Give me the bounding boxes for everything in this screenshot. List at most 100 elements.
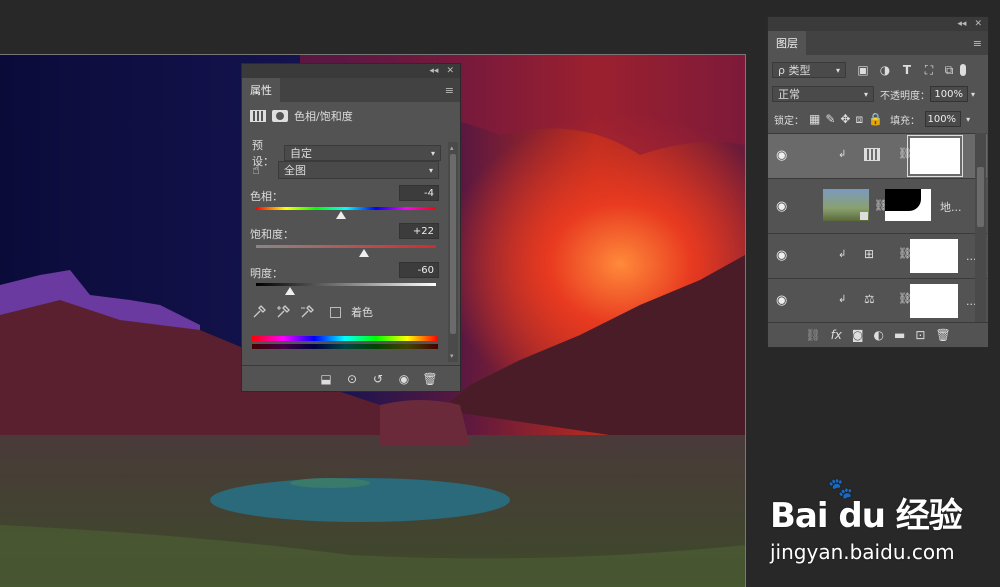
saturation-input[interactable]: +22 <box>399 223 439 239</box>
collapse-icon[interactable]: ◂◂ <box>429 66 438 76</box>
clip-to-layer-icon[interactable]: ⬓ <box>318 372 334 386</box>
chevron-down-icon[interactable]: ▾ <box>966 115 970 124</box>
layer-style-fx-icon[interactable]: fx <box>831 328 842 342</box>
layer-mask-thumbnail[interactable] <box>885 189 931 221</box>
eyedropper-plus-icon[interactable] <box>276 305 290 319</box>
panel-top-bar: ◂◂ ✕ <box>242 64 460 78</box>
tab-properties[interactable]: 属性 <box>242 78 280 102</box>
close-icon[interactable]: ✕ <box>974 19 982 29</box>
layers-panel: ◂◂ ✕ 图层 ≡ ρ 类型 ▾ ▣ ◑ T ⛶ ⧉ 正常 ▾ 不透明度： 10… <box>767 16 989 348</box>
chevron-down-icon: ▾ <box>428 165 433 175</box>
adjustment-layer-icon[interactable] <box>250 110 266 122</box>
eyedropper-minus-icon[interactable] <box>300 305 314 319</box>
baidu-paw-icon: 🐾 <box>828 476 853 500</box>
lock-position-icon[interactable]: ✥ <box>840 112 850 126</box>
properties-scroll-thumb[interactable] <box>450 154 456 334</box>
trash-icon[interactable]: 🗑 <box>935 328 950 342</box>
properties-panel: ◂◂ ✕ 属性 ≡ 色相/饱和度 预设： 自定 ▾ ☝ 全图 ▾ 色相： -4 … <box>241 63 461 392</box>
hue-slider-track[interactable] <box>256 207 436 210</box>
hue-slider-thumb[interactable] <box>336 211 346 219</box>
visibility-eye-icon[interactable]: ◉ <box>396 372 412 386</box>
saturation-label: 饱和度： <box>250 228 294 241</box>
layer-row-hue-saturation[interactable]: ◉ ↲ ⛓ <box>768 133 987 178</box>
colorize-checkbox[interactable] <box>330 306 341 318</box>
fill-label: 填充： <box>890 115 921 127</box>
hue-saturation-adjustment-icon <box>864 148 880 161</box>
output-color-bar <box>252 344 438 349</box>
eyedropper-row: 着色 <box>252 304 373 320</box>
close-icon[interactable]: ✕ <box>446 66 454 76</box>
lightness-slider-thumb[interactable] <box>285 287 295 295</box>
filter-pixel-icon[interactable]: ▣ <box>852 63 874 77</box>
clipping-arrow-icon: ↲ <box>838 294 847 305</box>
lightness-input[interactable]: -60 <box>399 262 439 278</box>
trash-icon[interactable]: 🗑 <box>422 372 438 386</box>
filter-shape-icon[interactable]: ⛶ <box>918 63 940 78</box>
link-layers-icon[interactable]: ⛓ <box>805 328 820 342</box>
channel-select[interactable]: 全图 ▾ <box>278 161 439 179</box>
input-color-bar <box>252 336 438 341</box>
reset-icon[interactable]: ↺ <box>370 372 386 386</box>
mask-icon[interactable] <box>272 110 288 122</box>
layer-filter-row: ρ 类型 ▾ ▣ ◑ T ⛶ ⧉ <box>772 62 966 78</box>
opacity-input[interactable]: 100% <box>930 86 968 102</box>
filter-adjustment-icon[interactable]: ◑ <box>874 63 896 77</box>
add-mask-icon[interactable]: ◙ <box>852 328 864 342</box>
visibility-eye-icon[interactable]: ◉ <box>776 148 787 163</box>
channel-row: ☝ 全图 ▾ <box>252 161 439 179</box>
scroll-down-icon[interactable]: ▾ <box>450 352 454 360</box>
new-adjustment-icon[interactable]: ◐ <box>874 328 884 342</box>
preset-select[interactable]: 自定 ▾ <box>284 145 441 161</box>
fill-value: 100% <box>927 113 957 125</box>
chevron-down-icon[interactable]: ▾ <box>971 90 975 99</box>
baidu-watermark-logo: 🐾 Bai du 经验 <box>770 476 963 537</box>
properties-tab-bar: 属性 ≡ <box>242 78 460 102</box>
filter-toggle-icon[interactable] <box>960 64 966 76</box>
properties-scrollbar[interactable]: ▴ ▾ <box>448 142 458 362</box>
selective-color-adjustment-icon: ⊞ <box>864 247 875 261</box>
layers-footer: ⛓ fx ◙ ◐ ▬ ⊡ 🗑 <box>768 322 988 347</box>
blend-mode-select[interactable]: 正常 ▾ <box>772 86 874 102</box>
filter-kind-select[interactable]: ρ 类型 ▾ <box>772 62 846 78</box>
visibility-eye-icon[interactable]: ◉ <box>776 248 787 263</box>
collapse-icon[interactable]: ◂◂ <box>957 19 966 29</box>
colorize-label: 着色 <box>351 306 373 319</box>
panel-menu-icon[interactable]: ≡ <box>445 84 454 97</box>
lightness-slider-track[interactable] <box>256 283 436 286</box>
layer-row-adjustment-4[interactable]: ◉ ↲ ⚖ ⛓ ... <box>768 278 987 323</box>
visibility-eye-icon[interactable]: ◉ <box>776 293 787 308</box>
hue-input[interactable]: -4 <box>399 185 439 201</box>
new-layer-icon[interactable]: ⊡ <box>915 328 925 342</box>
view-previous-state-icon[interactable]: ⊙ <box>344 372 360 386</box>
layers-scroll-thumb[interactable] <box>977 167 984 227</box>
adjustment-header: 色相/饱和度 <box>250 108 353 124</box>
tab-layers[interactable]: 图层 <box>768 31 806 55</box>
layer-row-adjustment-3[interactable]: ◉ ↲ ⊞ ⛓ ... <box>768 233 987 278</box>
layer-mask-thumbnail[interactable] <box>907 135 963 177</box>
fill-input[interactable]: 100% <box>925 111 962 127</box>
clipping-arrow-icon: ↲ <box>838 249 847 260</box>
layer-mask-thumbnail[interactable] <box>910 284 958 318</box>
layers-scrollbar[interactable] <box>975 133 986 323</box>
layer-name[interactable]: 地... <box>940 199 962 215</box>
opacity-value: 100% <box>934 88 963 100</box>
layers-panel-top-bar: ◂◂ ✕ <box>768 17 988 31</box>
visibility-eye-icon[interactable]: ◉ <box>776 199 787 214</box>
layers-menu-icon[interactable]: ≡ <box>973 37 982 50</box>
filter-smart-object-icon[interactable]: ⧉ <box>940 63 958 78</box>
filter-type-icon[interactable]: T <box>896 63 918 77</box>
lock-artboard-icon[interactable]: ⧈ <box>855 112 863 127</box>
lock-transparent-icon[interactable]: ▦ <box>809 112 820 126</box>
new-group-folder-icon[interactable]: ▬ <box>894 328 905 342</box>
scroll-up-icon[interactable]: ▴ <box>450 144 454 152</box>
saturation-slider-thumb[interactable] <box>359 249 369 257</box>
adjustment-title: 色相/饱和度 <box>294 110 353 123</box>
lock-all-icon[interactable]: 🔒 <box>868 112 883 126</box>
saturation-slider-track[interactable] <box>256 245 436 248</box>
lock-image-icon[interactable]: ✎ <box>825 112 835 126</box>
targeted-adjustment-hand-icon[interactable]: ☝ <box>252 163 278 178</box>
blend-mode-value: 正常 <box>778 88 800 101</box>
layer-mask-thumbnail[interactable] <box>910 239 958 273</box>
eyedropper-icon[interactable] <box>252 305 266 319</box>
layer-row-landscape[interactable]: ◉ ⛓ 地... <box>768 178 987 233</box>
